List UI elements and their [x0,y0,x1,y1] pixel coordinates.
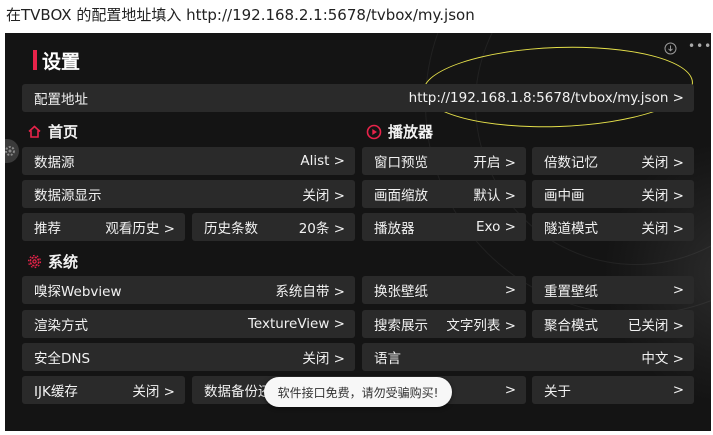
history-count-label: 历史条数 [204,221,258,237]
language-value: 中文 > [641,351,684,367]
webview-label: 嗅探Webview [34,284,122,300]
wallpaper-reset-value: > [672,282,684,298]
wallpaper-reset-row[interactable]: 重置壁纸 > [532,276,694,304]
toast-message: 软件接口免费，请勿受骗购买! [264,377,452,407]
datasource-value: Alist > [300,153,345,169]
side-handle[interactable] [5,139,19,163]
recommend-label: 推荐 [34,221,61,237]
render-mode-value: TextureView > [247,316,345,332]
config-address-value: http://192.168.1.8:5678/tvbox/my.json > [408,90,684,106]
download-icon[interactable] [664,42,677,58]
recommend-row[interactable]: 推荐 观看历史 > [22,213,185,241]
home-icon [28,125,41,138]
wallpaper-switch-value: > [504,282,516,298]
wallpaper-switch-label: 换张壁纸 [374,284,428,300]
speed-memory-row[interactable]: 倍数记忆 关闭 > [532,147,694,175]
datasource-display-label: 数据源显示 [34,188,102,204]
ijk-cache-label: IJK缓存 [34,384,78,400]
language-row[interactable]: 语言 中文 > [362,343,694,371]
screen-scale-label: 画面缩放 [374,188,428,204]
tunnel-mode-label: 隧道模式 [544,221,598,237]
player-row[interactable]: 播放器 Exo > [362,213,526,241]
about-row[interactable]: 关于 > [532,376,694,404]
wallpaper-reset-label: 重置壁纸 [544,284,598,300]
secure-dns-row[interactable]: 安全DNS 关闭 > [22,343,355,371]
history-count-row[interactable]: 历史条数 20条 > [192,213,355,241]
play-circle-icon [366,124,382,139]
language-label: 语言 [374,351,401,367]
search-display-row[interactable]: 搜索展示 文字列表 > [362,310,526,338]
webview-row[interactable]: 嗅探Webview 系统自带 > [22,276,355,304]
tvbox-settings-screen: 设置 ••• 配置地址 http://192.168.1.8:5678/tvbo… [5,33,711,431]
pip-row[interactable]: 画中画 关闭 > [532,180,694,208]
secure-dns-value: 关闭 > [302,351,345,367]
datasource-display-row[interactable]: 数据源显示 关闭 > [22,180,355,208]
section-system-label: 系统 [48,253,79,271]
about-label: 关于 [544,384,571,400]
screen-scale-value: 默认 > [473,188,516,204]
ijk-cache-value: 关闭 > [132,384,175,400]
pip-label: 画中画 [544,188,585,204]
search-display-value: 文字列表 > [446,318,516,334]
render-mode-label: 渲染方式 [34,318,88,334]
speed-memory-label: 倍数记忆 [544,155,598,171]
section-system: 系统 [27,251,78,272]
datasource-row[interactable]: 数据源 Alist > [22,147,355,175]
player-label: 播放器 [374,221,415,237]
player-value: Exo > [476,219,516,235]
about-value: > [672,382,684,398]
wallpaper-switch-row[interactable]: 换张壁纸 > [362,276,526,304]
section-player: 播放器 [366,121,433,142]
window-preview-row[interactable]: 窗口预览 开启 > [362,147,526,175]
section-home-label: 首页 [48,123,79,141]
aggregate-mode-value: 已关闭 > [627,318,684,334]
more-icon[interactable]: ••• [688,39,711,53]
datasource-label: 数据源 [34,155,75,171]
aggregate-mode-row[interactable]: 聚合模式 已关闭 > [532,310,694,338]
tunnel-mode-value: 关闭 > [641,221,684,237]
history-count-value: 20条 > [298,221,345,237]
ijk-cache-row[interactable]: IJK缓存 关闭 > [22,376,185,404]
secure-dns-label: 安全DNS [34,351,91,367]
webview-value: 系统自带 > [275,284,345,300]
gear-icon [27,254,42,269]
speed-memory-value: 关闭 > [641,155,684,171]
section-home: 首页 [27,121,78,142]
title-accent-bar [33,50,37,70]
section-player-label: 播放器 [388,123,434,141]
data-backup-arrow: > [504,382,516,398]
window-preview-label: 窗口预览 [374,155,428,171]
data-backup-label: 数据备份还 [204,384,272,400]
render-mode-row[interactable]: 渲染方式 TextureView > [22,310,355,338]
tunnel-mode-row[interactable]: 隧道模式 关闭 > [532,213,694,241]
config-address-label: 配置地址 [34,92,88,108]
window-preview-value: 开启 > [473,155,516,171]
pip-value: 关闭 > [641,188,684,204]
screen-scale-row[interactable]: 画面缩放 默认 > [362,180,526,208]
caption-text: 在TVBOX 的配置地址填入 http://192.168.2.1:5678/t… [6,6,475,24]
search-display-label: 搜索展示 [374,318,428,334]
datasource-display-value: 关闭 > [302,188,345,204]
recommend-value: 观看历史 > [105,221,175,237]
page-title: 设置 [42,51,81,73]
aggregate-mode-label: 聚合模式 [544,318,598,334]
config-address-row[interactable]: 配置地址 http://192.168.1.8:5678/tvbox/my.js… [22,84,694,112]
gear-icon [5,146,15,156]
